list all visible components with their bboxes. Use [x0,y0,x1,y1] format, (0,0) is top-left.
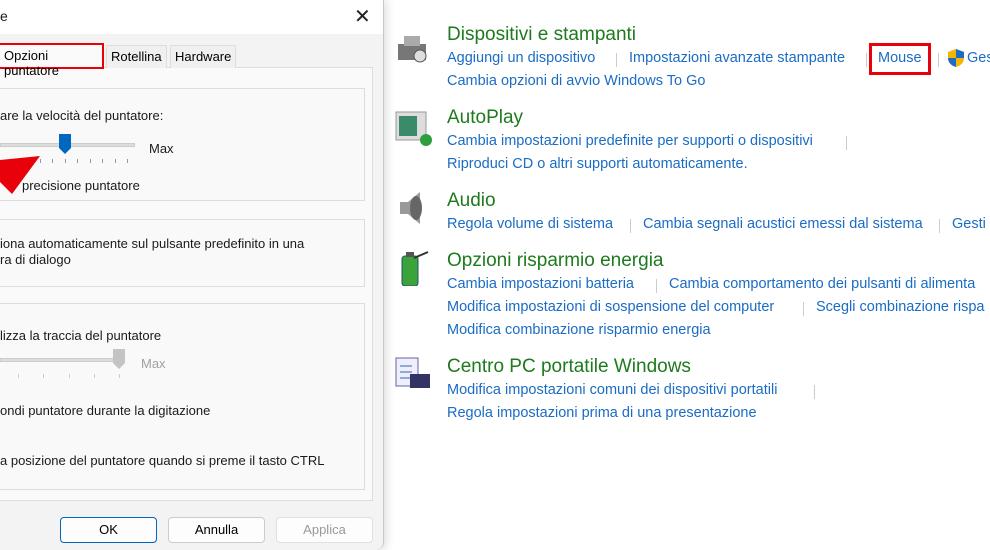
link-battery[interactable]: Cambia impostazioni batteria [447,276,634,292]
trail-checkbox-label[interactable]: lizza la traccia del puntatore [0,328,161,343]
tab-rotellina[interactable]: Rotellina [106,45,167,68]
link-add-device[interactable]: Aggiungi un dispositivo [447,50,595,66]
autoplay-icon [395,111,432,146]
dialog-title: e [0,8,8,24]
speed-max-label: Max [149,141,174,156]
section-title-power[interactable]: Opzioni risparmio energia [447,250,664,272]
show-location-label[interactable]: a posizione del puntatore quando si prem… [0,453,324,468]
link-autoplay-defaults[interactable]: Cambia impostazioni predefinite per supp… [447,133,813,149]
mobility-center-icon [395,357,430,388]
shield-icon [948,49,964,67]
tab-opzioni-puntatore[interactable]: Opzioni puntatore [0,43,104,78]
speed-slider-thumb[interactable] [59,134,71,154]
mouse-properties-dialog: e ✕ are la velocità del puntatore: Max p… [0,0,384,550]
tab-label: Rotellina [111,49,162,64]
speaker-icon [400,192,422,224]
section-title-audio[interactable]: Audio [447,190,496,212]
apply-button[interactable]: Applica [276,517,373,543]
link-windows-to-go[interactable]: Cambia opzioni di avvio Windows To Go [447,73,705,89]
trail-slider-track[interactable] [0,358,120,362]
red-arrow-annotation-icon [0,156,40,194]
link-printer-settings[interactable]: Impostazioni avanzate stampante [629,50,845,66]
tab-hardware[interactable]: Hardware [170,45,237,68]
link-volume[interactable]: Regola volume di sistema [447,216,613,232]
ok-button[interactable]: OK [60,517,157,543]
close-icon[interactable]: ✕ [354,4,371,29]
link-autoplay-cd[interactable]: Riproduci CD o altri supporti automatica… [447,156,748,172]
trail-slider-thumb[interactable] [113,349,125,369]
link-mouse[interactable]: Mouse [878,50,922,66]
tab-label: Hardware [175,49,232,64]
printer-icon [398,36,427,63]
section-title-autoplay[interactable]: AutoPlay [447,107,523,129]
speed-label: are la velocità del puntatore: [0,108,164,123]
link-presentation[interactable]: Regola impostazioni prima di una present… [447,405,757,421]
link-audio-devices[interactable]: Gesti [952,216,986,232]
link-device-manager[interactable]: Ges [967,50,990,66]
link-mobile-settings[interactable]: Modifica impostazioni comuni dei disposi… [447,382,777,398]
section-title-mobility[interactable]: Centro PC portatile Windows [447,356,691,378]
battery-icon [401,251,429,286]
link-edit-plan[interactable]: Modifica combinazione risparmio energia [447,322,711,338]
section-title-devices[interactable]: Dispositivi e stampanti [447,24,636,46]
hide-pointer-label[interactable]: ondi puntatore durante la digitazione [0,403,210,418]
link-sounds[interactable]: Cambia segnali acustici emessi dal siste… [643,216,923,232]
tab-panel: are la velocità del puntatore: Max preci… [0,67,373,501]
tab-label: Opzioni puntatore [4,48,59,78]
link-power-buttons[interactable]: Cambia comportamento dei pulsanti di ali… [669,276,975,292]
link-power-plan[interactable]: Scegli combinazione rispa [816,299,984,315]
snap-label-2: ra di dialogo [0,252,71,267]
motion-group: are la velocità del puntatore: Max preci… [0,88,365,201]
cancel-button[interactable]: Annulla [168,517,265,543]
snap-to-group: iona automaticamente sul pulsante predef… [0,219,365,287]
title-bar: e ✕ [0,0,383,34]
trail-max-label: Max [141,356,166,371]
link-sleep[interactable]: Modifica impostazioni di sospensione del… [447,299,774,315]
visibility-group: lizza la traccia del puntatore Max ondi … [0,303,365,490]
snap-label-1[interactable]: iona automaticamente sul pulsante predef… [0,236,304,251]
